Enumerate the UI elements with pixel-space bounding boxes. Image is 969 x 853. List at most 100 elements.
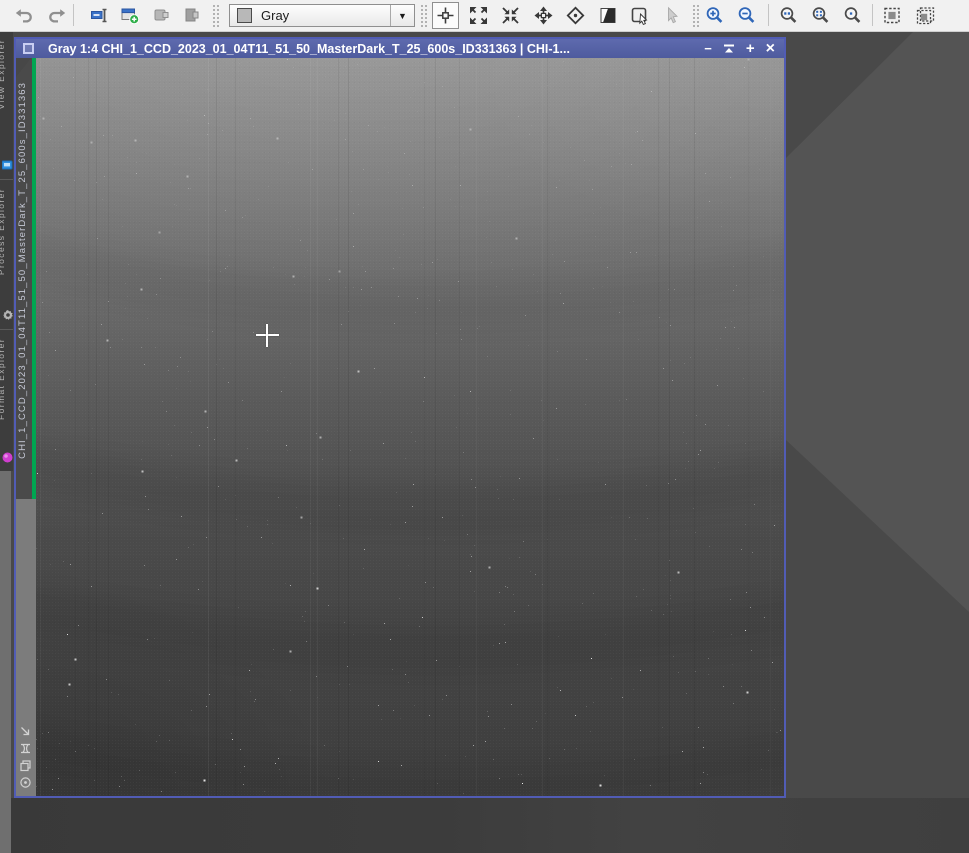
expand-arrows-button[interactable]	[465, 2, 492, 29]
shade-button[interactable]	[723, 43, 735, 55]
workspace-bottom-shade	[0, 798, 969, 853]
explorer-dock-tabs: View Explorer Process Explorer Format Ex…	[0, 31, 13, 471]
column-defect-line	[338, 58, 339, 796]
column-defect-line	[88, 58, 89, 796]
cascade-windows-icon[interactable]	[19, 759, 32, 772]
new-view-button[interactable]	[117, 2, 144, 29]
dock-tab-view-explorer[interactable]: View Explorer	[0, 33, 13, 180]
fit-frame-icon[interactable]	[19, 742, 32, 755]
image-window-icon	[23, 43, 34, 54]
zoom-in-icon	[705, 6, 724, 25]
rect-select-icon	[631, 6, 650, 25]
pan-mode-icon	[534, 6, 553, 25]
channel-selector[interactable]: Gray ▼	[229, 4, 415, 27]
image-window[interactable]: Gray 1:4 CHI_1_CCD_2023_01_04T11_51_50_M…	[14, 37, 786, 798]
cursor-select-button[interactable]	[659, 2, 686, 29]
column-defect-line	[547, 58, 548, 796]
duplicate-view-icon	[153, 6, 172, 25]
channel-selector-dropdown-button[interactable]: ▼	[390, 5, 414, 26]
column-defect-line	[542, 58, 543, 796]
pixinsight-application: Gray ▼ View Explorer Process Explorer Fo…	[0, 0, 969, 853]
image-window-body: CHI_1_CCD_2023_01_04T11_51_50_MasterDark…	[16, 58, 784, 796]
image-identifier-tab[interactable]: CHI_1_CCD_2023_01_04T11_51_50_MasterDark…	[16, 58, 36, 499]
contract-arrows-icon	[501, 6, 520, 25]
column-defect-lines	[36, 58, 784, 796]
undo-button[interactable]	[10, 2, 37, 29]
duplicate-window-icon	[183, 6, 202, 25]
sidebar-mode-buttons	[19, 725, 32, 789]
column-defect-line	[694, 58, 695, 796]
column-defect-line	[310, 58, 311, 796]
cursor-select-icon	[663, 6, 682, 25]
toolbar-grip[interactable]	[692, 4, 700, 27]
sidebar-tab-zone: CHI_1_CCD_2023_01_04T11_51_50_MasterDark…	[16, 58, 36, 499]
column-defect-line	[669, 58, 670, 796]
zoom-to-fit-button[interactable]	[807, 2, 834, 29]
column-defect-line	[96, 58, 97, 796]
zoom-1-1-icon	[779, 6, 798, 25]
dock-tab-format-explorer[interactable]: Format Explorer	[0, 332, 13, 471]
diagonal-arrow-icon[interactable]	[19, 725, 32, 738]
column-defect-line	[208, 58, 209, 796]
view-explorer-icon	[2, 160, 13, 171]
split-preview-icon	[599, 6, 618, 25]
expand-arrows-icon	[469, 6, 488, 25]
duplicate-view-button[interactable]	[149, 2, 176, 29]
dock-tab-label: Process Explorer	[0, 188, 6, 276]
rename-view-button[interactable]	[86, 2, 113, 29]
fit-view-button[interactable]	[879, 2, 906, 29]
center-target-icon[interactable]	[19, 776, 32, 789]
dock-tab-process-explorer[interactable]: Process Explorer	[0, 182, 13, 330]
hot-pixels	[36, 58, 37, 59]
rect-select-button[interactable]	[627, 2, 654, 29]
column-defect-line	[424, 58, 425, 796]
zoom-in-button[interactable]	[701, 2, 728, 29]
zoom-out-button[interactable]	[733, 2, 760, 29]
column-defect-line	[317, 58, 318, 796]
new-view-icon	[121, 6, 140, 25]
split-preview-button[interactable]	[595, 2, 622, 29]
close-button[interactable]: ×	[766, 41, 775, 57]
explorer-dock-strip: View Explorer Process Explorer Format Ex…	[0, 31, 13, 853]
undo-icon	[14, 6, 33, 25]
zoom-to-fit-icon	[811, 6, 830, 25]
image-identifier-label: CHI_1_CCD_2023_01_04T11_51_50_MasterDark…	[17, 82, 28, 459]
dock-gutter[interactable]	[0, 471, 11, 853]
zoom-integer-button[interactable]	[839, 2, 866, 29]
image-window-title: Gray 1:4 CHI_1_CCD_2023_01_04T11_51_50_M…	[48, 41, 570, 56]
main-toolbar: Gray ▼	[0, 0, 969, 32]
toolbar-separator	[768, 4, 769, 26]
shade-icon	[723, 43, 735, 54]
navigate-mode-icon	[566, 6, 585, 25]
column-defect-line	[40, 58, 41, 796]
column-defect-line	[658, 58, 659, 796]
column-defect-line	[348, 58, 349, 796]
fit-all-views-button[interactable]	[912, 2, 939, 29]
image-window-titlebar[interactable]: Gray 1:4 CHI_1_CCD_2023_01_04T11_51_50_M…	[16, 39, 784, 58]
column-defect-line	[216, 58, 217, 796]
toolbar-grip[interactable]	[212, 4, 220, 27]
column-defect-line	[476, 58, 477, 796]
contract-arrows-button[interactable]	[497, 2, 524, 29]
track-cursor-button[interactable]	[432, 2, 459, 29]
rename-view-icon	[90, 6, 109, 25]
column-defect-line	[770, 58, 771, 796]
column-defect-line	[435, 58, 436, 796]
crosshair-cursor	[266, 324, 268, 347]
redo-icon	[48, 6, 67, 25]
toolbar-grip[interactable]	[420, 4, 428, 27]
minimize-button[interactable]: −	[704, 42, 712, 55]
sidebar-lower-zone	[16, 499, 36, 796]
column-defect-line	[75, 58, 76, 796]
fit-all-views-icon	[916, 6, 935, 25]
gear-icon	[2, 309, 13, 321]
pan-mode-button[interactable]	[530, 2, 557, 29]
image-view[interactable]	[36, 58, 784, 796]
maximize-button[interactable]: +	[746, 41, 755, 56]
navigate-mode-button[interactable]	[562, 2, 589, 29]
zoom-1-1-button[interactable]	[775, 2, 802, 29]
duplicate-window-button[interactable]	[179, 2, 206, 29]
zoom-out-icon	[737, 6, 756, 25]
chevron-down-icon: ▼	[398, 10, 407, 21]
redo-button[interactable]	[44, 2, 71, 29]
